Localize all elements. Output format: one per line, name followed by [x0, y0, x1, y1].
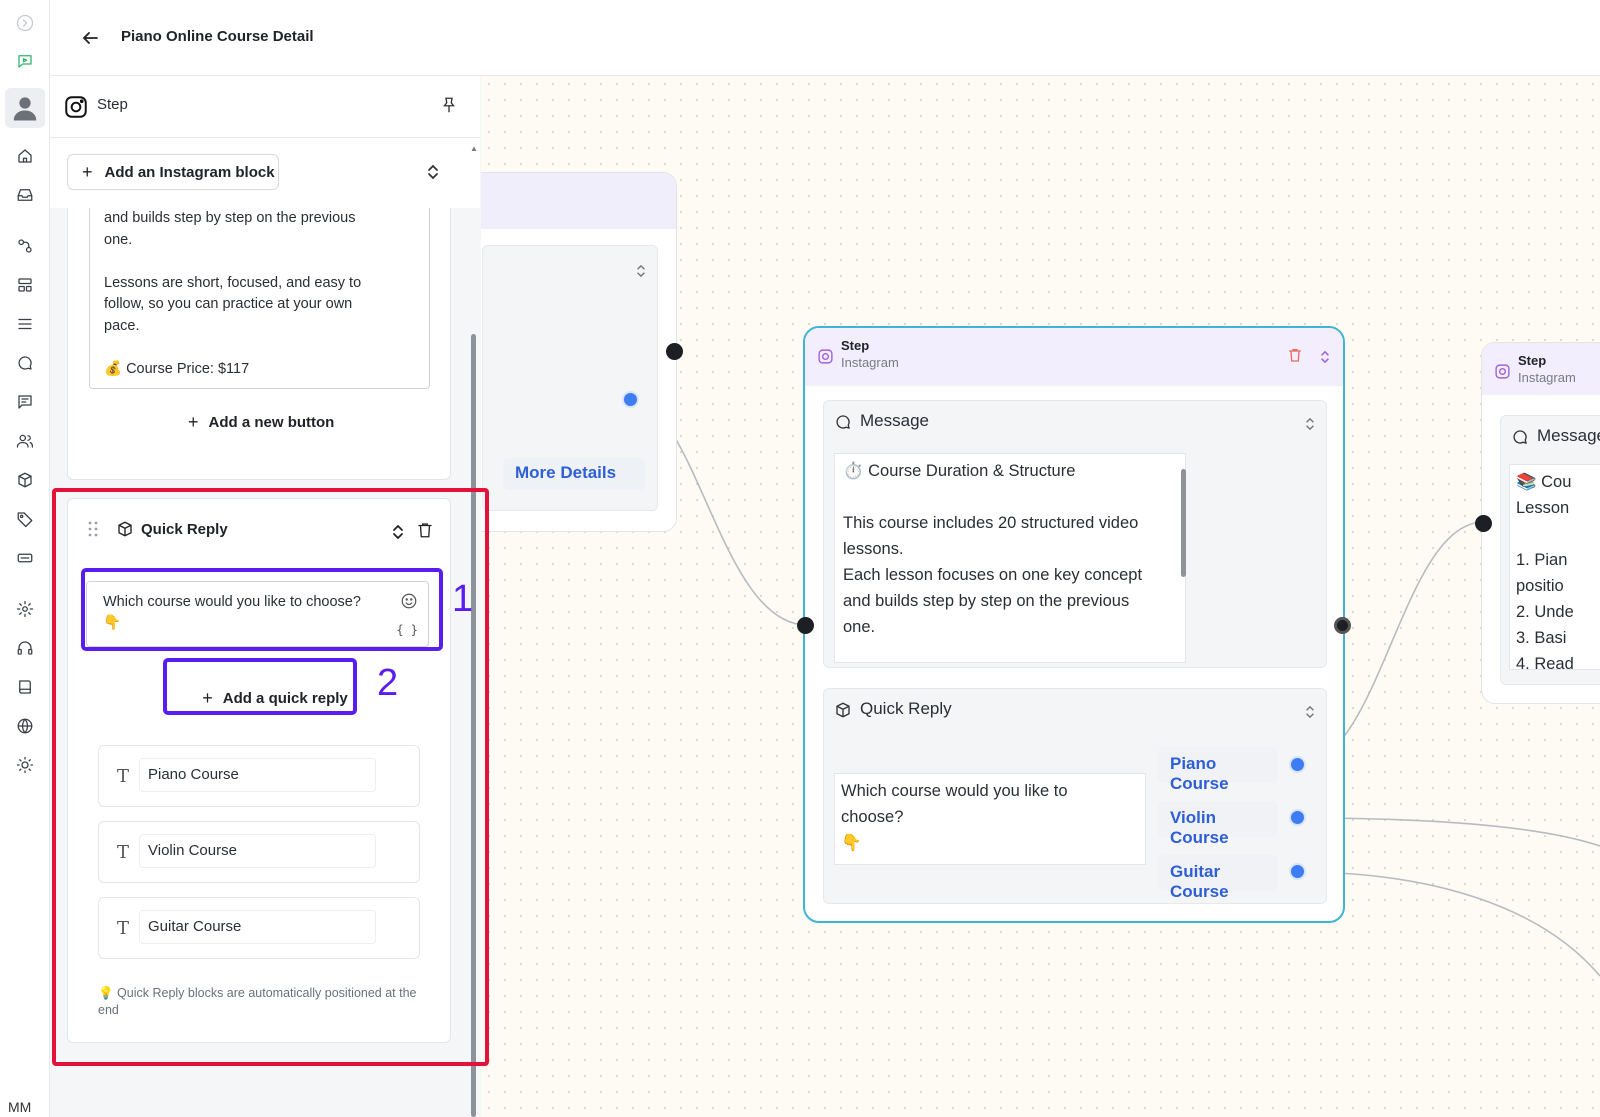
quick-reply-chip[interactable]: Guitar Course [1158, 855, 1278, 901]
menu-icon[interactable] [12, 311, 38, 337]
add-new-button-label: Add a new button [208, 414, 335, 431]
templates-icon[interactable] [12, 272, 38, 298]
top-header: Piano Online Course Detail [50, 0, 1600, 76]
node-title: Step [841, 338, 870, 353]
quick-reply-section: Quick Reply Which course would you like … [823, 688, 1327, 904]
step-node-partial[interactable]: More Details [481, 172, 677, 532]
cube-icon [834, 701, 852, 724]
message-scrollbar[interactable] [1180, 455, 1188, 659]
node-input-port[interactable] [1475, 515, 1492, 532]
chip-output-port[interactable] [1289, 809, 1306, 826]
expand-collapse-icon[interactable] [635, 262, 647, 285]
node-output-port[interactable] [666, 343, 683, 360]
home-icon[interactable] [12, 143, 38, 169]
instagram-icon [63, 94, 89, 125]
plus-icon: + [82, 161, 93, 182]
add-new-button[interactable]: + Add a new button [188, 412, 334, 433]
quick-reply-preview: Which course would you like to choose? 👇 [834, 773, 1146, 865]
expand-collapse-icon[interactable] [1304, 703, 1316, 726]
keyboard-icon[interactable] [12, 545, 38, 571]
chat-icon[interactable] [12, 350, 38, 376]
add-block-row: + Add an Instagram block [50, 138, 480, 208]
node-header: Step Instagram [1482, 343, 1600, 395]
scroll-up-arrow-icon[interactable]: ▲ [470, 144, 478, 153]
message-section-title: Message [860, 411, 929, 430]
chip-output-port[interactable] [1289, 756, 1306, 773]
highlight-box-question [81, 568, 443, 651]
chat-logo-icon[interactable] [12, 48, 38, 74]
expand-collapse-icon[interactable] [426, 162, 440, 187]
panel-header: Step [50, 76, 480, 138]
message-section-title: Message [1537, 426, 1600, 445]
settings-icon[interactable] [12, 596, 38, 622]
instagram-icon [817, 348, 834, 370]
page-title: Piano Online Course Detail [121, 28, 314, 45]
message-preview: ⏱️ Course Duration & Structure This cour… [834, 453, 1186, 663]
trash-icon[interactable] [1287, 346, 1303, 369]
theme-icon[interactable] [12, 752, 38, 778]
user-initials[interactable]: MM [8, 1099, 31, 1115]
scrollbar-thumb[interactable] [1181, 469, 1186, 577]
step-marker-1: 1 [452, 578, 474, 620]
flow-canvas[interactable]: More Details Step Instagram Message ⏱️ C… [481, 76, 1600, 1117]
highlight-box-add-quick-reply [163, 658, 357, 715]
button-output-port[interactable] [622, 391, 639, 408]
panel-step-label: Step [97, 96, 128, 113]
chat-bubble-icon [834, 413, 852, 436]
globe-icon[interactable] [12, 713, 38, 739]
node-section: More Details [482, 245, 658, 511]
message-block-card: and builds step by step on the previous … [67, 208, 451, 480]
contacts-icon[interactable] [12, 428, 38, 454]
left-rail: MM [0, 0, 50, 1117]
expand-collapse-icon[interactable] [1304, 415, 1316, 438]
plus-icon: + [188, 412, 199, 432]
docs-icon[interactable] [12, 674, 38, 700]
support-icon[interactable] [12, 635, 38, 661]
node-input-port[interactable] [797, 617, 814, 634]
instagram-icon [1494, 363, 1511, 385]
chip-output-port[interactable] [1289, 863, 1306, 880]
message-section: Message ⏱️ Course Duration & Structure T… [823, 400, 1327, 668]
chat-bubble-icon [1511, 428, 1529, 451]
flows-icon[interactable] [12, 233, 38, 259]
pin-icon[interactable] [440, 96, 458, 119]
messages-icon[interactable] [12, 389, 38, 415]
node-title: Step [1518, 353, 1547, 368]
add-block-label: Add an Instagram block [104, 163, 275, 181]
quick-reply-chip[interactable]: Violin Course [1158, 801, 1278, 847]
add-instagram-block-button[interactable]: + Add an Instagram block [67, 154, 279, 190]
node-subtitle: Instagram [841, 355, 899, 370]
message-textarea[interactable]: and builds step by step on the previous … [89, 208, 430, 389]
step-node-right[interactable]: Step Instagram Message 📚 Cou Lesson 1. P… [1481, 342, 1600, 704]
step-node-selected[interactable]: Step Instagram Message ⏱️ Course Duratio… [803, 326, 1345, 923]
expand-collapse-icon[interactable] [1319, 348, 1331, 371]
node-subtitle: Instagram [1518, 370, 1576, 385]
quick-reply-chip[interactable]: Piano Course [1158, 747, 1278, 793]
node-output-port[interactable] [1334, 617, 1351, 634]
back-arrow-icon[interactable] [78, 26, 102, 50]
quick-reply-section-title: Quick Reply [860, 699, 952, 718]
tags-icon[interactable] [12, 506, 38, 532]
avatar[interactable] [5, 88, 45, 128]
node-header: Step Instagram [805, 328, 1343, 386]
step-marker-2: 2 [377, 662, 399, 704]
expand-sidebar-icon[interactable] [12, 10, 38, 36]
message-section: Message 📚 Cou Lesson 1. Pian positio 2. … [1500, 415, 1600, 685]
more-details-button[interactable]: More Details [503, 458, 645, 490]
products-icon[interactable] [12, 467, 38, 493]
node-header [481, 173, 676, 229]
inbox-icon[interactable] [12, 182, 38, 208]
message-preview: 📚 Cou Lesson 1. Pian positio 2. Unde 3. … [1509, 464, 1600, 670]
